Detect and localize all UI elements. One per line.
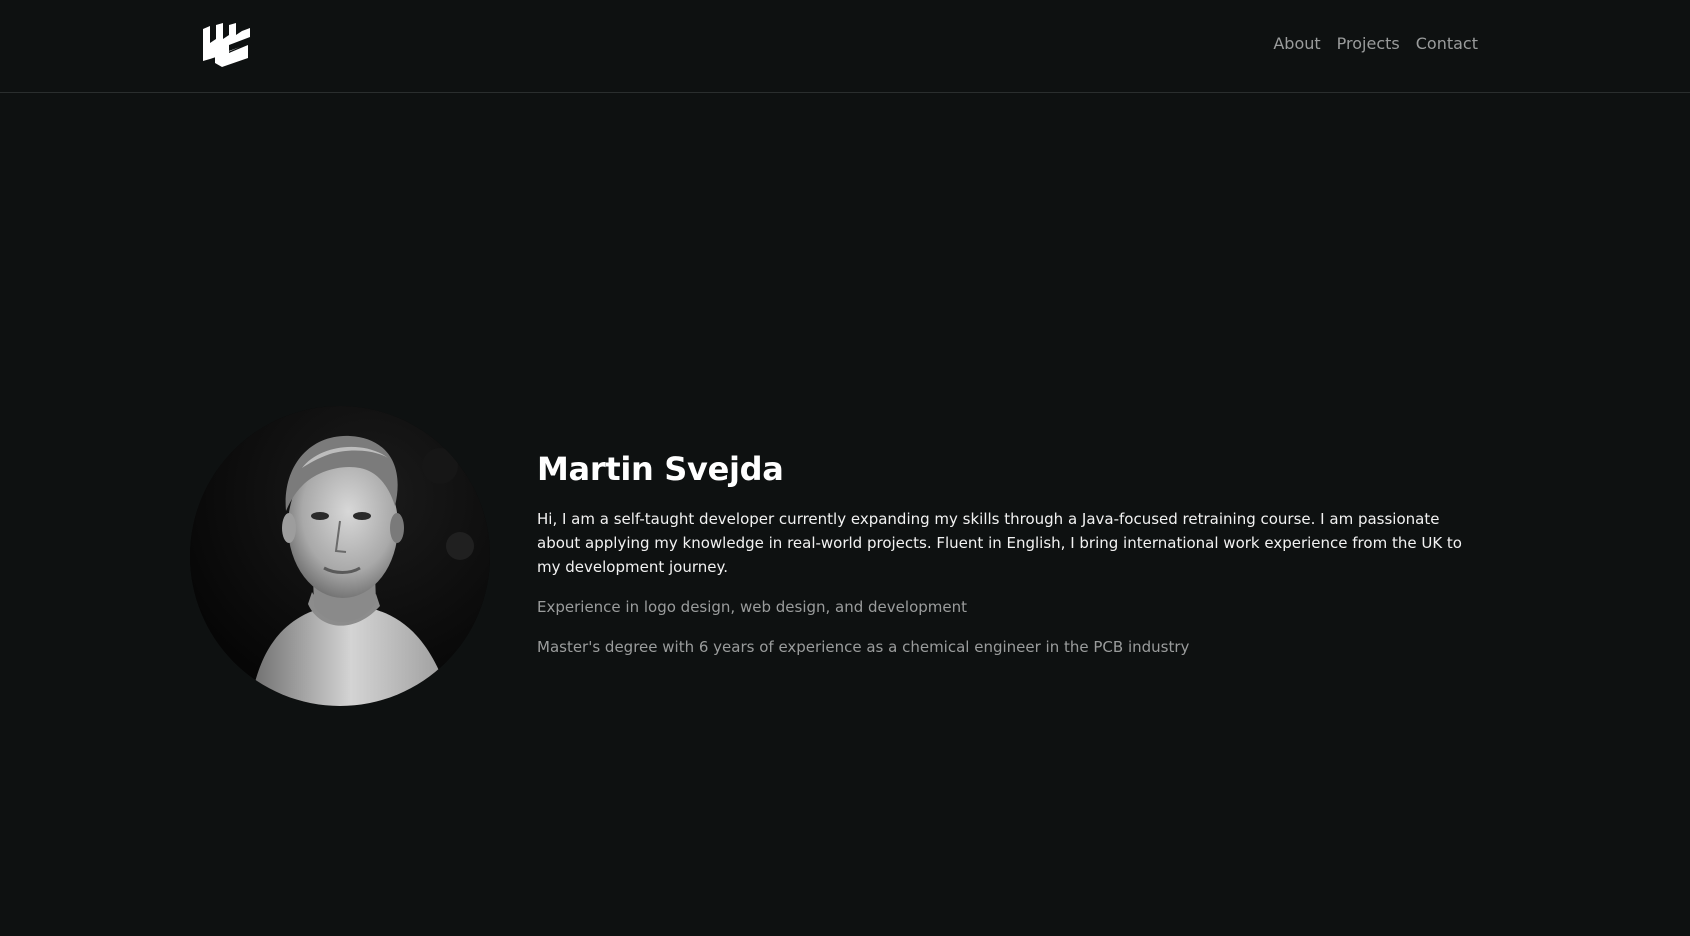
profile-photo-icon	[190, 406, 490, 706]
page-title: Martin Svejda	[537, 450, 784, 488]
intro-text: Martin Svejda Hi, I am a self-taught dev…	[537, 450, 1487, 675]
experience-detail: Experience in logo design, web design, a…	[537, 598, 967, 617]
education-detail: Master's degree with 6 years of experien…	[537, 638, 1190, 657]
bio-paragraph: Hi, I am a self-taught developer current…	[537, 510, 1462, 577]
hero-section: Martin Svejda Hi, I am a self-taught dev…	[0, 0, 1690, 936]
avatar	[190, 406, 490, 706]
